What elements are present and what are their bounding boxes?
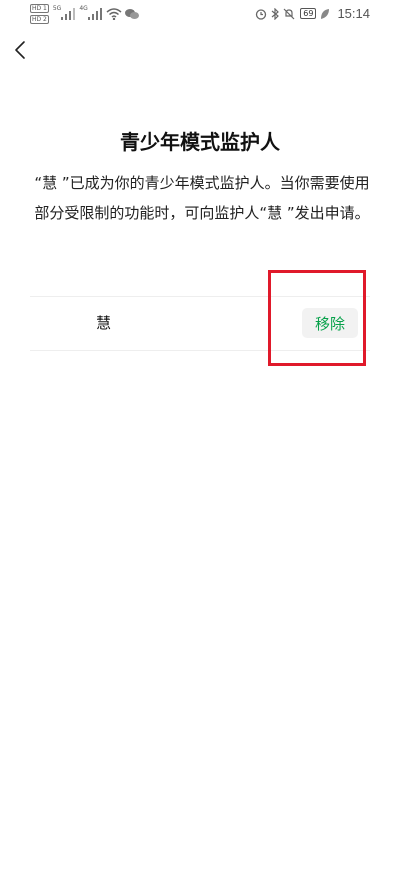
bell-off-icon <box>283 8 295 19</box>
screen: HD 1 HD 2 5G 4G 69 15:14 青少年模式监护人 “慧 ”已成… <box>0 0 400 888</box>
status-right: 69 15:14 <box>255 6 370 21</box>
remove-button[interactable]: 移除 <box>302 308 358 338</box>
guardian-description: “慧 ”已成为你的青少年模式监护人。当你需要使用部分受限制的功能时，可向监护人“… <box>34 174 370 222</box>
guardian-row: 慧 移除 <box>30 297 370 350</box>
divider-bottom <box>30 350 370 351</box>
status-left: HD 1 HD 2 5G 4G <box>30 4 142 24</box>
hd-badges: HD 1 HD 2 <box>30 4 49 24</box>
chevron-left-icon <box>15 41 25 59</box>
back-button[interactable] <box>8 36 32 64</box>
battery-indicator: 69 <box>300 8 317 19</box>
guardian-name: 慧 <box>96 314 112 332</box>
status-time: 15:14 <box>337 6 370 21</box>
wechat-icon <box>124 9 139 19</box>
alarm-icon <box>256 8 267 20</box>
hd-badge-1: HD 1 <box>30 4 49 13</box>
hd-badge-2: HD 2 <box>30 15 49 24</box>
page-title: 青少年模式监护人 <box>120 130 280 154</box>
signal-icon <box>61 8 76 20</box>
network-label-2: 4G <box>79 5 88 12</box>
network-label-1: 5G <box>52 5 62 12</box>
leaf-icon <box>321 8 330 19</box>
bluetooth-icon <box>271 7 280 20</box>
status-bar: HD 1 HD 2 5G 4G 69 15:14 <box>0 0 400 28</box>
wifi-icon <box>106 8 122 20</box>
signal-icon-2 <box>87 8 102 20</box>
